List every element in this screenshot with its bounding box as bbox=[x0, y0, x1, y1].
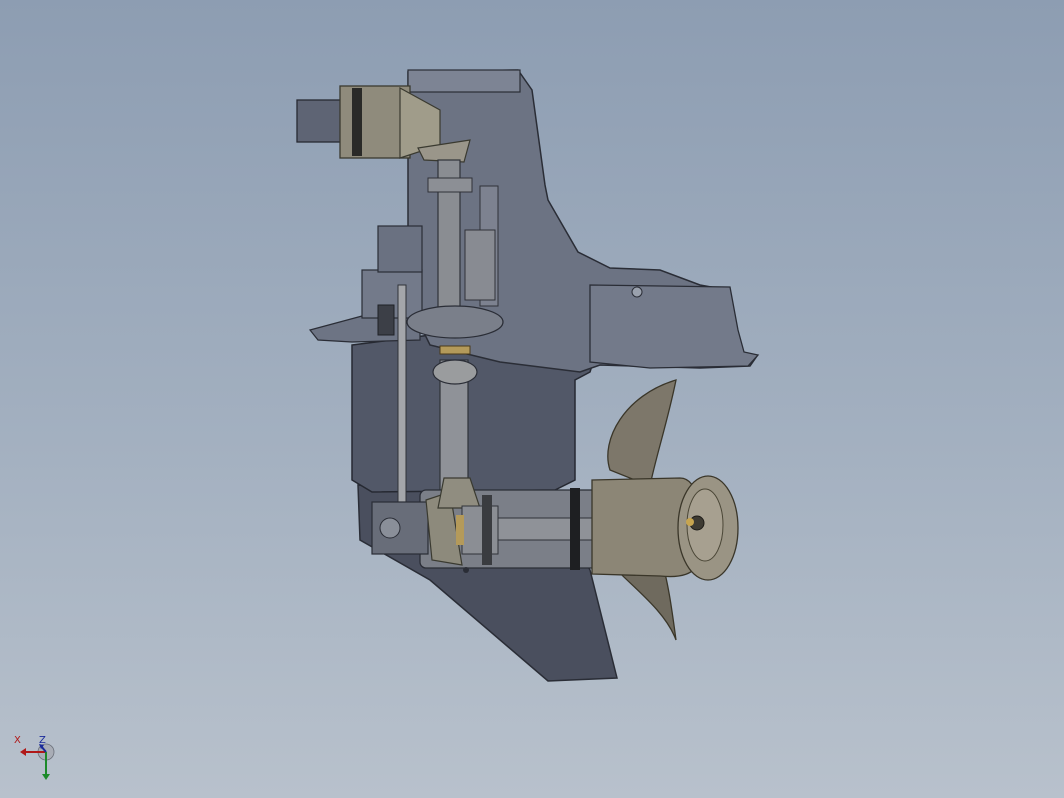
cavitation-plate bbox=[589, 284, 760, 369]
brass-bushing bbox=[439, 345, 471, 355]
housing-step bbox=[377, 225, 423, 273]
triad-y-arrow bbox=[42, 774, 50, 780]
seal-ring-2 bbox=[482, 495, 492, 565]
shift-link bbox=[377, 304, 395, 336]
water-pump-housing bbox=[464, 229, 496, 301]
propeller-washer bbox=[686, 518, 694, 526]
drain-screw bbox=[463, 567, 469, 573]
anode-bolt bbox=[631, 286, 643, 298]
triad-x-arrow bbox=[20, 748, 26, 756]
input-motor bbox=[296, 99, 346, 143]
bearing-carrier bbox=[406, 305, 504, 339]
clutch-dog bbox=[461, 505, 499, 555]
cad-viewport[interactable]: X Z bbox=[0, 0, 1064, 798]
propeller-blade-top bbox=[607, 379, 677, 487]
seal-ring-1 bbox=[570, 488, 580, 570]
upper-cap bbox=[407, 69, 521, 93]
shift-rod bbox=[397, 284, 407, 506]
bearing-ring bbox=[352, 88, 362, 156]
shaft-collar bbox=[427, 177, 473, 193]
lower-bearing bbox=[432, 359, 478, 385]
triad-z-label: Z bbox=[39, 735, 46, 746]
nose-cone-nut bbox=[379, 517, 401, 539]
orientation-triad[interactable]: X Z bbox=[8, 734, 64, 784]
brass-spacer bbox=[456, 515, 464, 545]
triad-x-label: X bbox=[14, 735, 21, 746]
gearcase-model[interactable] bbox=[0, 0, 1064, 798]
